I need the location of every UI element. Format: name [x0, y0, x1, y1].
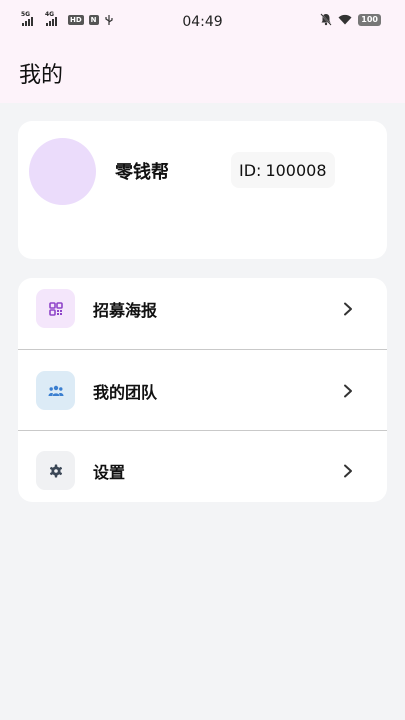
page-title: 我的 — [19, 63, 64, 88]
qr-code-icon — [36, 289, 75, 328]
nickname: 零钱帮 — [115, 162, 169, 183]
menu-item-recruit-poster[interactable]: 招募海报 — [18, 278, 387, 350]
menu-item-my-team[interactable]: 我的团队 — [18, 350, 387, 422]
bell-muted-icon — [320, 13, 332, 26]
avatar[interactable] — [29, 138, 96, 205]
user-id-label: ID: — [239, 160, 262, 180]
menu-item-label: 招募海报 — [93, 301, 158, 320]
team-icon — [36, 371, 75, 410]
chevron-right-icon — [344, 464, 352, 478]
battery-icon: 100 — [358, 13, 381, 26]
menu-item-label: 我的团队 — [93, 383, 158, 402]
status-right: 100 — [320, 13, 381, 26]
wifi-icon — [338, 14, 352, 25]
profile-card: 零钱帮 ID: 100008 — [18, 121, 387, 259]
user-id-value: 100008 — [265, 160, 327, 180]
chevron-right-icon — [344, 302, 352, 316]
status-bar: 5G 4G HD N 04:49 100 — [0, 0, 405, 46]
menu-item-settings[interactable]: 设置 — [18, 431, 387, 502]
chevron-right-icon — [344, 384, 352, 398]
gear-icon — [36, 451, 75, 490]
menu-card: 招募海报 我的团队 设置 — [18, 278, 387, 502]
user-id-badge: ID: 100008 — [231, 152, 335, 188]
menu-item-label: 设置 — [93, 463, 126, 482]
